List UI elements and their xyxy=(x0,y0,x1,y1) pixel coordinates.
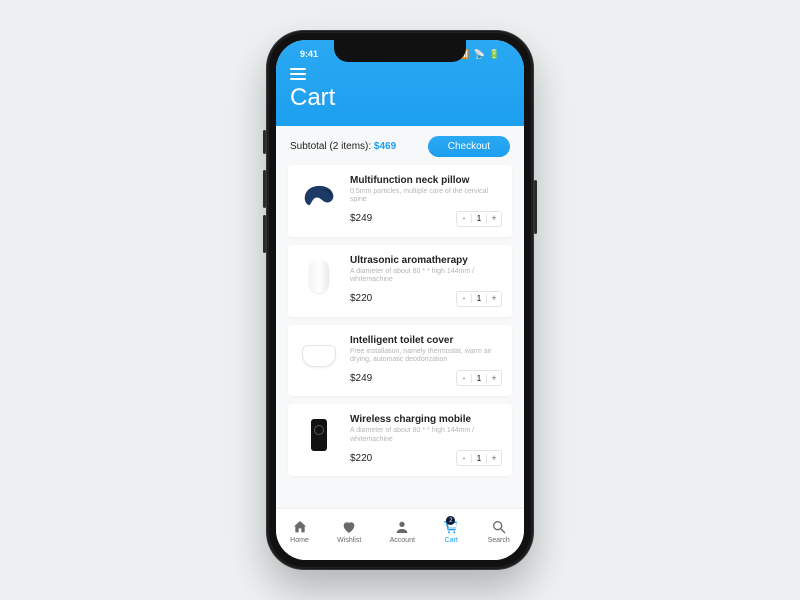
tab-wishlist[interactable]: Wishlist xyxy=(337,519,361,544)
status-time: 9:41 xyxy=(294,49,318,59)
item-desc: A diameter of about 80 * * high 144mm / … xyxy=(350,268,502,285)
item-price: $220 xyxy=(350,293,372,304)
item-thumbnail xyxy=(298,175,340,217)
tab-home[interactable]: Home xyxy=(290,519,309,544)
notch xyxy=(334,40,466,62)
qty-minus-button[interactable]: - xyxy=(457,212,471,226)
item-name: Ultrasonic aromatherapy xyxy=(350,255,502,266)
item-thumbnail xyxy=(298,414,340,456)
qty-value: 1 xyxy=(471,374,487,383)
qty-plus-button[interactable]: + xyxy=(487,212,501,226)
side-button xyxy=(263,170,266,208)
qty-plus-button[interactable]: + xyxy=(487,292,501,306)
item-name: Intelligent toilet cover xyxy=(350,335,502,346)
item-name: Wireless charging mobile xyxy=(350,414,502,425)
item-price: $249 xyxy=(350,373,372,384)
item-info: Ultrasonic aromatherapy A diameter of ab… xyxy=(350,255,502,307)
tab-bar: Home Wishlist Account 2 Cart Search xyxy=(276,508,524,560)
cart-items: Multifunction neck pillow 0.5mm particle… xyxy=(276,165,524,476)
qty-plus-button[interactable]: + xyxy=(487,451,501,465)
screen: 9:41 📶 📡 🔋 Cart Subtotal (2 items): $469… xyxy=(276,40,524,560)
quantity-stepper: - 1 + xyxy=(456,450,502,466)
subtotal-text: Subtotal (2 items): $469 xyxy=(290,141,396,152)
tab-cart[interactable]: 2 Cart xyxy=(443,519,459,544)
home-icon xyxy=(292,519,308,535)
item-thumbnail xyxy=(298,335,340,377)
qty-minus-button[interactable]: - xyxy=(457,451,471,465)
menu-icon[interactable] xyxy=(290,68,306,80)
checkout-button[interactable]: Checkout xyxy=(428,136,510,157)
item-thumbnail xyxy=(298,255,340,297)
qty-value: 1 xyxy=(471,294,487,303)
qty-value: 1 xyxy=(471,214,487,223)
item-price: $220 xyxy=(350,453,372,464)
diffuser-icon xyxy=(309,259,329,293)
tab-account[interactable]: Account xyxy=(390,519,415,544)
subtotal-label: Subtotal (2 items): xyxy=(290,141,374,152)
cart-item[interactable]: Multifunction neck pillow 0.5mm particle… xyxy=(288,165,512,237)
tab-search[interactable]: Search xyxy=(488,519,510,544)
item-price: $249 xyxy=(350,213,372,224)
item-info: Wireless charging mobile A diameter of a… xyxy=(350,414,502,466)
side-button xyxy=(263,130,266,154)
item-desc: A diameter of about 80 * * high 144mm / … xyxy=(350,427,502,444)
toilet-cover-icon xyxy=(302,345,336,367)
side-button xyxy=(534,180,537,234)
pillow-icon xyxy=(301,182,337,210)
item-desc: 0.5mm particles, multiple care of the ce… xyxy=(350,188,502,205)
account-icon xyxy=(394,519,410,535)
tab-label: Search xyxy=(488,537,510,544)
cart-item[interactable]: Ultrasonic aromatherapy A diameter of ab… xyxy=(288,245,512,317)
tab-label: Cart xyxy=(445,537,458,544)
page-title: Cart xyxy=(290,84,510,112)
charger-icon xyxy=(311,419,327,451)
item-info: Intelligent toilet cover Free installati… xyxy=(350,335,502,387)
item-desc: Free installation, namely thermostat, wa… xyxy=(350,348,502,365)
cart-item[interactable]: Wireless charging mobile A diameter of a… xyxy=(288,404,512,476)
item-info: Multifunction neck pillow 0.5mm particle… xyxy=(350,175,502,227)
qty-value: 1 xyxy=(471,454,487,463)
heart-icon xyxy=(341,519,357,535)
quantity-stepper: - 1 + xyxy=(456,291,502,307)
tab-label: Home xyxy=(290,537,309,544)
tab-label: Account xyxy=(390,537,415,544)
quantity-stepper: - 1 + xyxy=(456,370,502,386)
wifi-icon: 📡 xyxy=(474,49,485,60)
qty-minus-button[interactable]: - xyxy=(457,371,471,385)
qty-plus-button[interactable]: + xyxy=(487,371,501,385)
cart-item[interactable]: Intelligent toilet cover Free installati… xyxy=(288,325,512,397)
qty-minus-button[interactable]: - xyxy=(457,292,471,306)
item-name: Multifunction neck pillow xyxy=(350,175,502,186)
phone-frame: 9:41 📶 📡 🔋 Cart Subtotal (2 items): $469… xyxy=(266,30,534,570)
subtotal-row: Subtotal (2 items): $469 Checkout xyxy=(276,126,524,165)
subtotal-amount: $469 xyxy=(374,141,396,152)
quantity-stepper: - 1 + xyxy=(456,211,502,227)
battery-icon: 🔋 xyxy=(489,49,500,60)
tab-label: Wishlist xyxy=(337,537,361,544)
search-icon xyxy=(491,519,507,535)
side-button xyxy=(263,215,266,253)
